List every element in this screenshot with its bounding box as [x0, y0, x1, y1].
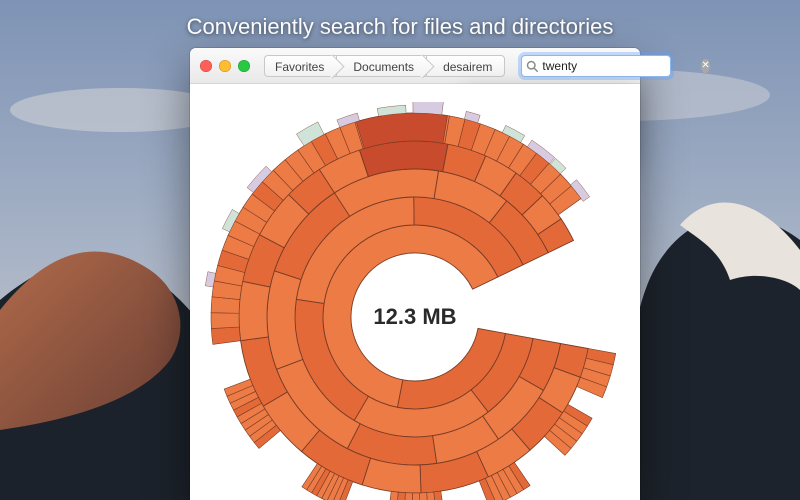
sunburst-area: 12.3 MB — [190, 84, 640, 500]
total-size-label: 12.3 MB — [373, 304, 456, 330]
zoom-icon[interactable] — [238, 60, 250, 72]
sunburst-segment[interactable] — [211, 327, 240, 344]
close-icon[interactable] — [200, 60, 212, 72]
breadcrumb-item[interactable]: desairem — [426, 55, 505, 77]
minimize-icon[interactable] — [219, 60, 231, 72]
breadcrumb: Favorites Documents desairem — [264, 55, 505, 77]
search-field[interactable]: ✕ — [521, 55, 671, 77]
window-controls — [198, 60, 250, 72]
sunburst-segment[interactable] — [434, 491, 445, 500]
sunburst-chart[interactable] — [200, 102, 630, 500]
breadcrumb-item[interactable]: Documents — [336, 55, 426, 77]
sunburst-segment[interactable] — [412, 493, 420, 500]
app-window: Favorites Documents desairem ✕ Search re… — [190, 48, 640, 500]
titlebar: Favorites Documents desairem ✕ — [190, 48, 640, 84]
sunburst-segment[interactable] — [387, 491, 398, 500]
sunburst-segment[interactable] — [413, 102, 444, 115]
sunburst-segment[interactable] — [239, 281, 270, 340]
sunburst-segment[interactable] — [211, 313, 239, 329]
search-icon — [526, 60, 538, 72]
search-input[interactable] — [542, 59, 697, 73]
clear-search-icon[interactable]: ✕ — [701, 59, 709, 73]
promo-tagline: Conveniently search for files and direct… — [0, 14, 800, 40]
breadcrumb-item[interactable]: Favorites — [264, 55, 336, 77]
